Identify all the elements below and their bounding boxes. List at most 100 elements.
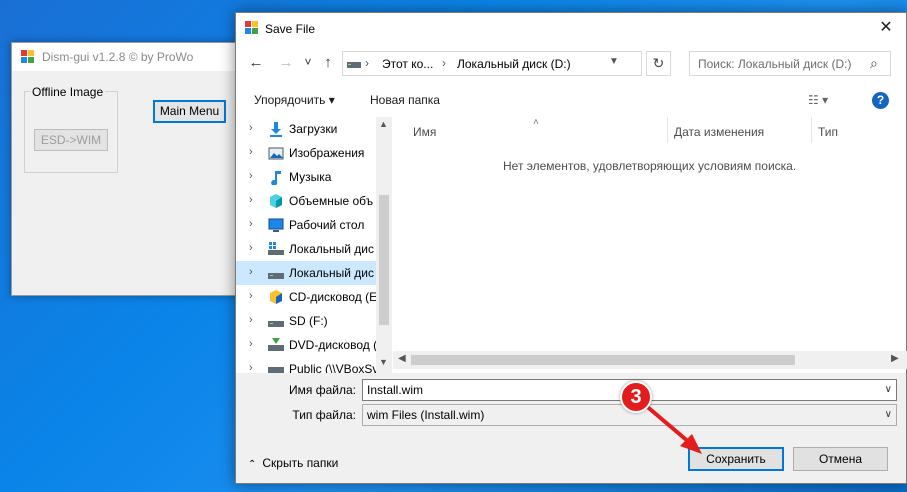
dvd-drive-icon	[268, 338, 284, 351]
tree-item-label: Музыка	[289, 170, 332, 184]
column-divider[interactable]	[811, 117, 812, 143]
tree-item-cd-drive[interactable]: › CD-дисковод (E	[236, 285, 378, 309]
chevron-down-icon[interactable]: ∨	[885, 380, 892, 400]
app-icon	[21, 50, 34, 63]
dism-gui-titlebar[interactable]: Dism-gui v1.2.8 © by ProWo	[12, 43, 240, 71]
tree-item-sd-drive[interactable]: › SD (F:)	[236, 309, 376, 333]
tree-item-3d-objects[interactable]: › Объемные объ	[236, 189, 376, 213]
back-arrow-icon[interactable]: ←	[246, 51, 266, 75]
expand-chevron-icon[interactable]: ›	[249, 218, 253, 230]
expand-chevron-icon[interactable]: ›	[249, 266, 253, 278]
hide-folders-button[interactable]: ⌃ Скрыть папки	[248, 456, 338, 470]
refresh-icon[interactable]: ↻	[646, 51, 671, 76]
address-dropdown-icon[interactable]: ▼	[609, 56, 619, 67]
tree-item-label: Загрузки	[289, 122, 338, 136]
tree-item-label: DVD-дисковод (	[289, 338, 378, 352]
forward-arrow-icon[interactable]: →	[276, 51, 296, 75]
music-icon	[271, 171, 281, 185]
desktop-icon	[268, 218, 284, 232]
breadcrumb-local-disk-d[interactable]: Локальный диск (D:)	[457, 57, 571, 71]
tree-item-label: Локальный дис	[289, 266, 374, 280]
system-drive-icon	[268, 242, 284, 255]
tree-item-label: Рабочий стол	[289, 218, 365, 232]
offline-image-label: Offline Image	[30, 85, 106, 99]
scroll-up-icon[interactable]: ▲	[379, 119, 388, 129]
expand-chevron-icon[interactable]: ›	[249, 362, 253, 373]
tree-item-label: Изображения	[289, 146, 365, 160]
expand-chevron-icon[interactable]: ›	[249, 314, 253, 326]
search-input[interactable]: Поиск: Локальный диск (D:) ⌕	[689, 51, 891, 76]
scrollbar-thumb[interactable]	[379, 195, 389, 325]
up-arrow-icon[interactable]: ↑	[318, 51, 338, 75]
scroll-right-icon[interactable]: ▶	[891, 353, 899, 364]
tree-item-label: Локальный дис	[289, 242, 374, 256]
filename-label: Имя файла:	[289, 383, 356, 397]
dialog-titlebar[interactable]: Save File ✕	[236, 13, 906, 45]
cd-drive-icon	[270, 290, 282, 304]
navigation-pane-scrollbar[interactable]: ▲ ▼	[376, 117, 392, 373]
command-toolbar: Упорядочить ▾ Новая папка ☷ ▾ ?	[236, 87, 906, 115]
column-header-type[interactable]: Тип	[818, 125, 838, 139]
expand-chevron-icon[interactable]: ›	[249, 170, 253, 182]
filetype-value: wim Files (Install.wim)	[367, 408, 485, 422]
tree-item-dvd-drive[interactable]: › DVD-дисковод (	[236, 333, 378, 357]
recent-locations-chevron-icon[interactable]: ˅	[298, 50, 318, 74]
view-options-icon[interactable]: ☷ ▾	[808, 93, 828, 107]
address-bar[interactable]: › Этот ко... › Локальный диск (D:) ▼	[342, 51, 642, 76]
network-drive-icon	[268, 367, 284, 373]
chevron-down-icon[interactable]: ∨	[885, 405, 892, 425]
main-menu-button[interactable]: Main Menu	[153, 100, 226, 123]
save-file-dialog: Save File ✕ ← → ˅ ↑ › Этот ко... › Локал…	[235, 12, 907, 484]
dism-gui-title: Dism-gui v1.2.8 © by ProWo	[42, 50, 194, 64]
empty-list-message: Нет элементов, удовлетворяющих условиям …	[503, 159, 797, 173]
navigation-pane: › Загрузки › Изображения › Музыка › Объе…	[236, 117, 392, 373]
app-icon	[245, 21, 258, 34]
tree-item-pictures[interactable]: › Изображения	[236, 141, 376, 165]
breadcrumb-this-pc[interactable]: Этот ко...	[382, 57, 433, 71]
tree-item-downloads[interactable]: › Загрузки	[236, 117, 376, 141]
esd-wim-button[interactable]: ESD->WIM	[34, 129, 108, 151]
organize-menu[interactable]: Упорядочить ▾	[254, 93, 335, 107]
expand-chevron-icon[interactable]: ›	[249, 122, 253, 134]
search-placeholder: Поиск: Локальный диск (D:)	[698, 57, 852, 71]
navigation-bar: ← → ˅ ↑ › Этот ко... › Локальный диск (D…	[236, 47, 906, 79]
drive-icon	[347, 62, 361, 68]
sd-drive-icon	[268, 321, 284, 327]
dialog-title: Save File	[265, 22, 316, 36]
breadcrumb-separator: ›	[365, 56, 369, 70]
tree-item-music[interactable]: › Музыка	[236, 165, 376, 189]
tree-item-local-disk-d[interactable]: › Локальный дис	[236, 261, 376, 285]
tree-item-label: Объемные объ	[289, 194, 374, 208]
expand-chevron-icon[interactable]: ›	[249, 146, 253, 158]
3d-objects-icon	[270, 194, 282, 208]
expand-chevron-icon[interactable]: ›	[249, 242, 253, 254]
column-header-date-modified[interactable]: Дата изменения	[674, 125, 764, 139]
close-icon[interactable]: ✕	[866, 13, 906, 43]
column-header-name[interactable]: Имя	[413, 125, 436, 139]
tree-item-label: SD (F:)	[289, 314, 328, 328]
filetype-label: Тип файла:	[292, 408, 356, 422]
breadcrumb-separator: ›	[442, 56, 446, 70]
expand-chevron-icon[interactable]: ›	[249, 290, 253, 302]
scrollbar-thumb[interactable]	[411, 355, 795, 365]
expand-chevron-icon[interactable]: ›	[249, 338, 253, 350]
scroll-down-icon[interactable]: ▼	[379, 357, 388, 367]
tree-item-desktop[interactable]: › Рабочий стол	[236, 213, 376, 237]
filename-value: Install.wim	[367, 383, 424, 397]
drive-icon	[268, 273, 284, 279]
new-folder-button[interactable]: Новая папка	[370, 93, 440, 107]
tree-item-label: CD-дисковод (E	[289, 290, 378, 304]
downloads-icon	[270, 122, 282, 137]
search-icon: ⌕	[870, 55, 878, 71]
cancel-button[interactable]: Отмена	[793, 447, 888, 471]
tree-item-local-disk-c[interactable]: › Локальный дис	[236, 237, 376, 261]
step-badge: 3	[620, 381, 652, 413]
tree-item-network-drive[interactable]: › Public (\\VBoxSv	[236, 357, 378, 373]
help-icon[interactable]: ?	[872, 92, 889, 109]
dialog-footer: Имя файла: Install.wim ∨ Тип файла: wim …	[236, 373, 906, 483]
dism-gui-window: Dism-gui v1.2.8 © by ProWo Offline Image…	[11, 42, 241, 296]
file-list-horizontal-scrollbar[interactable]: ◀ ▶	[393, 351, 907, 369]
column-divider[interactable]	[667, 117, 668, 143]
expand-chevron-icon[interactable]: ›	[249, 194, 253, 206]
scroll-left-icon[interactable]: ◀	[398, 353, 406, 364]
